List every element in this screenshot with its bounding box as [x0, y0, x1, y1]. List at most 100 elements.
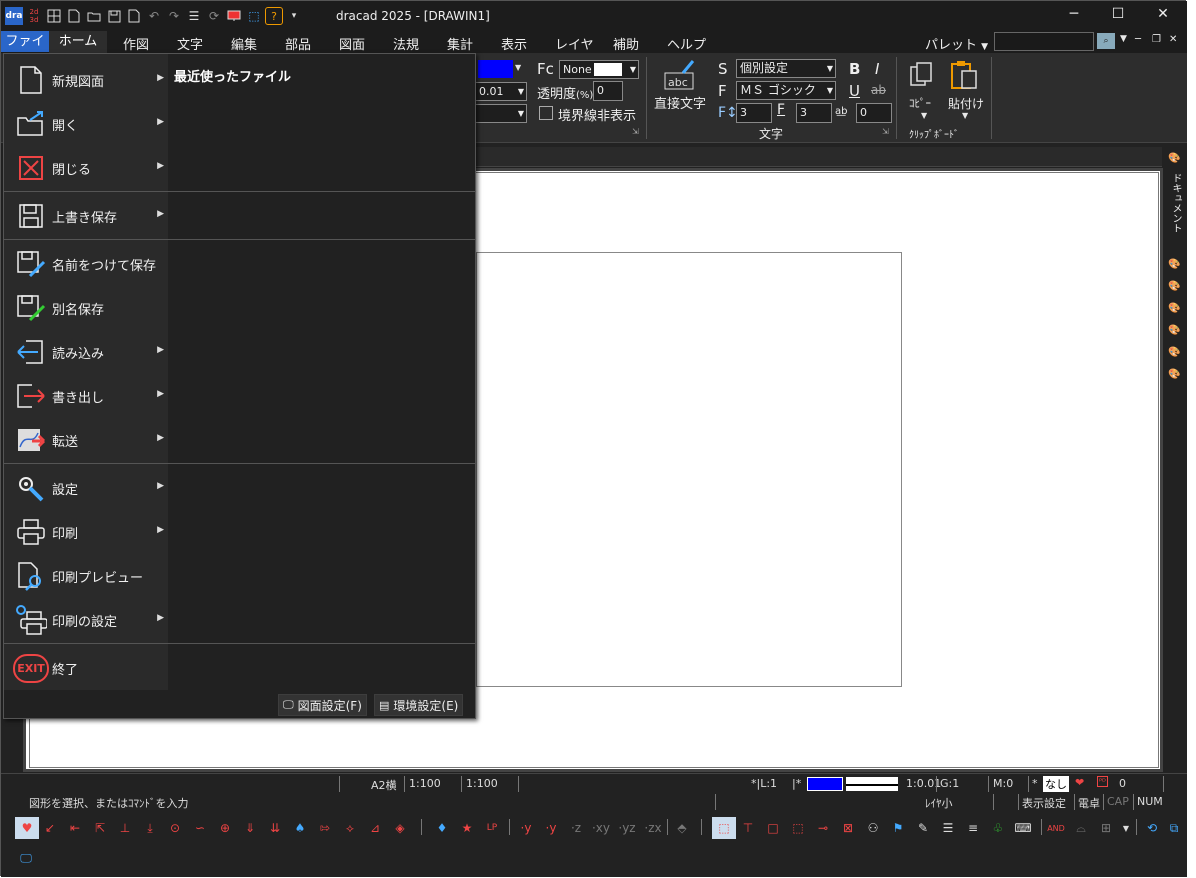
font-height-input[interactable]: 3 — [796, 103, 832, 123]
node-snap-icon[interactable]: ♠ — [291, 819, 309, 837]
menu-print[interactable]: 印刷 ▶ — [6, 510, 168, 554]
cursor-snap-icon[interactable]: ♦ — [433, 819, 451, 837]
select-region-icon[interactable]: ⊠ — [839, 819, 857, 837]
screen-icon[interactable]: 🖵 — [17, 849, 35, 867]
mdi-close-icon[interactable]: ✕ — [1169, 34, 1177, 45]
italic-button[interactable]: I — [875, 60, 879, 78]
menu-parts[interactable]: 部品 — [285, 34, 311, 53]
document-side-tab[interactable]: ドキュメント — [1169, 173, 1183, 233]
menu-open[interactable]: 開く ▶ — [6, 102, 168, 146]
select-window-icon[interactable]: ⬚ — [712, 817, 736, 839]
palette-icon[interactable]: 🎨 — [1168, 259, 1180, 270]
select-pen-icon[interactable]: ✎ — [914, 819, 932, 837]
axis-zx-snap-icon[interactable]: ·zx — [641, 819, 665, 837]
heart-icon[interactable]: ❤ — [1075, 776, 1084, 789]
font-combo[interactable]: ＭＳ ゴシック ▼ — [736, 81, 836, 100]
select-cross-icon[interactable]: ⊸ — [814, 819, 832, 837]
select-lines-icon[interactable]: ☰ — [939, 819, 957, 837]
properties-icon[interactable]: ☰ — [185, 7, 203, 25]
menu-print-preview[interactable]: 印刷プレビュー — [6, 554, 168, 598]
search-icon[interactable]: ⌕ — [1097, 33, 1115, 49]
menu-text[interactable]: 文字 — [177, 34, 203, 53]
layer-indicator[interactable]: *|L:1 — [751, 777, 777, 790]
line-type-combo[interactable]: ▼ — [475, 104, 527, 123]
menu-layer[interactable]: レイヤ — [555, 34, 594, 53]
menu-save-as[interactable]: 別名保存 — [6, 286, 168, 330]
intersection-snap-icon[interactable]: ⇱ — [91, 819, 109, 837]
menu-law[interactable]: 法規 — [393, 34, 419, 53]
axis-y2-snap-icon[interactable]: ·y — [540, 819, 562, 837]
perpendicular-snap-icon[interactable]: ⊥ — [116, 819, 134, 837]
quadrant-snap-icon[interactable]: ⊕ — [216, 819, 234, 837]
menu-export[interactable]: 書き出し ▶ — [6, 374, 168, 418]
dialog-launcher-icon[interactable]: ⇲ — [882, 127, 889, 136]
nearest-snap-icon[interactable]: ⇓ — [241, 819, 259, 837]
3d-snap-icon[interactable]: ◈ — [391, 819, 409, 837]
undo-icon[interactable]: ↶ — [145, 7, 163, 25]
select-line-icon[interactable]: ⊤ — [739, 819, 757, 837]
tangent-snap-icon[interactable]: ∽ — [191, 819, 209, 837]
and-filter-icon[interactable]: AND — [1047, 819, 1065, 837]
line-width-combo[interactable]: 0.01 ▼ — [475, 82, 527, 101]
direct-text-label[interactable]: 直接文字 — [654, 93, 706, 112]
current-color-swatch[interactable] — [807, 777, 843, 791]
drawing-scale[interactable]: 1:100 — [409, 777, 441, 790]
hatch-indicator[interactable]: なし — [1043, 776, 1069, 792]
axis-xy-snap-icon[interactable]: ·xy — [589, 819, 613, 837]
filter-dropdown-icon[interactable]: ⊞ — [1097, 819, 1115, 837]
menu-import[interactable]: 読み込み ▶ — [6, 330, 168, 374]
paste-icon[interactable] — [949, 59, 981, 94]
select-tree-icon[interactable]: ♧ — [989, 819, 1007, 837]
menu-edit[interactable]: 編集 — [231, 34, 257, 53]
plane-icon[interactable]: ⬘ — [673, 819, 691, 837]
chevron-down-icon[interactable]: ▼ — [921, 111, 927, 120]
axis-z-snap-icon[interactable]: ·z — [565, 819, 587, 837]
search-input[interactable] — [994, 32, 1094, 51]
hide-border-checkbox[interactable] — [539, 106, 553, 120]
menu-save[interactable]: 上書き保存 ▶ — [6, 194, 168, 238]
save-icon[interactable] — [105, 7, 123, 25]
ratio-snap-icon[interactable]: ⊿ — [366, 819, 384, 837]
endpoint-snap-icon[interactable]: ↙ — [41, 819, 59, 837]
menu-view[interactable]: 表示 — [501, 34, 527, 53]
menu-file[interactable]: ファイル — [1, 31, 49, 70]
line-style-swatch[interactable] — [846, 777, 898, 791]
palette-icon[interactable]: 🎨 — [1168, 153, 1180, 164]
menu-print-settings[interactable]: 印刷の設定 ▶ — [6, 598, 168, 642]
menu-new-drawing[interactable]: 新規図面 ▶ — [6, 58, 168, 102]
bold-button[interactable]: B — [849, 60, 860, 78]
paste-label[interactable]: 貼付け — [948, 95, 984, 112]
refresh-select-icon[interactable]: ⟲ — [1143, 819, 1161, 837]
display-settings-button[interactable]: 表示設定 — [1022, 795, 1066, 811]
monitor-icon[interactable] — [225, 7, 243, 25]
underline-button[interactable]: U — [849, 82, 860, 100]
app-logo-icon[interactable]: dra — [5, 7, 23, 25]
menu-save-with-name[interactable]: 名前をつけて保存 — [6, 242, 168, 286]
calculator-button[interactable]: 電卓 — [1078, 795, 1100, 811]
char-spacing-input[interactable]: 0 — [856, 103, 892, 123]
select-rect-icon[interactable]: □ — [764, 819, 782, 837]
on-line-snap-icon[interactable]: ⇊ — [266, 819, 284, 837]
close-button[interactable]: ✕ — [1153, 6, 1173, 26]
palette-icon[interactable]: 🎨 — [1168, 303, 1180, 314]
midpoint-snap-icon[interactable]: ⇤ — [66, 819, 84, 837]
menu-tally[interactable]: 集計 — [447, 34, 473, 53]
mdi-restore-icon[interactable]: ❐ — [1152, 34, 1161, 45]
transparency-input[interactable]: 0 — [593, 81, 623, 101]
open-folder-icon[interactable] — [85, 7, 103, 25]
palette-menu[interactable]: パレット ▼ — [925, 34, 988, 53]
palette-icon[interactable]: 🎨 — [1168, 281, 1180, 292]
2d3d-toggle-icon[interactable]: 2d 3d — [25, 7, 43, 25]
font-width-input[interactable]: 3 — [736, 103, 772, 123]
axis-y-snap-icon[interactable]: ·y — [515, 819, 537, 837]
dialog-launcher-icon[interactable]: ⇲ — [632, 127, 639, 136]
copy-icon[interactable] — [909, 61, 935, 94]
layer-scale[interactable]: 1:100 — [466, 777, 498, 790]
lp-snap-icon[interactable]: LP — [483, 819, 501, 837]
palette-icon[interactable]: 🎨 — [1168, 369, 1180, 380]
minimize-button[interactable]: ─ — [1064, 6, 1084, 26]
paper-size[interactable]: A2横 — [371, 777, 397, 793]
multi-select-icon[interactable]: ⧉ — [1165, 819, 1183, 837]
menu-transfer[interactable]: 転送 ▶ — [6, 418, 168, 462]
or-filter-icon[interactable]: ⌓ — [1072, 819, 1090, 837]
